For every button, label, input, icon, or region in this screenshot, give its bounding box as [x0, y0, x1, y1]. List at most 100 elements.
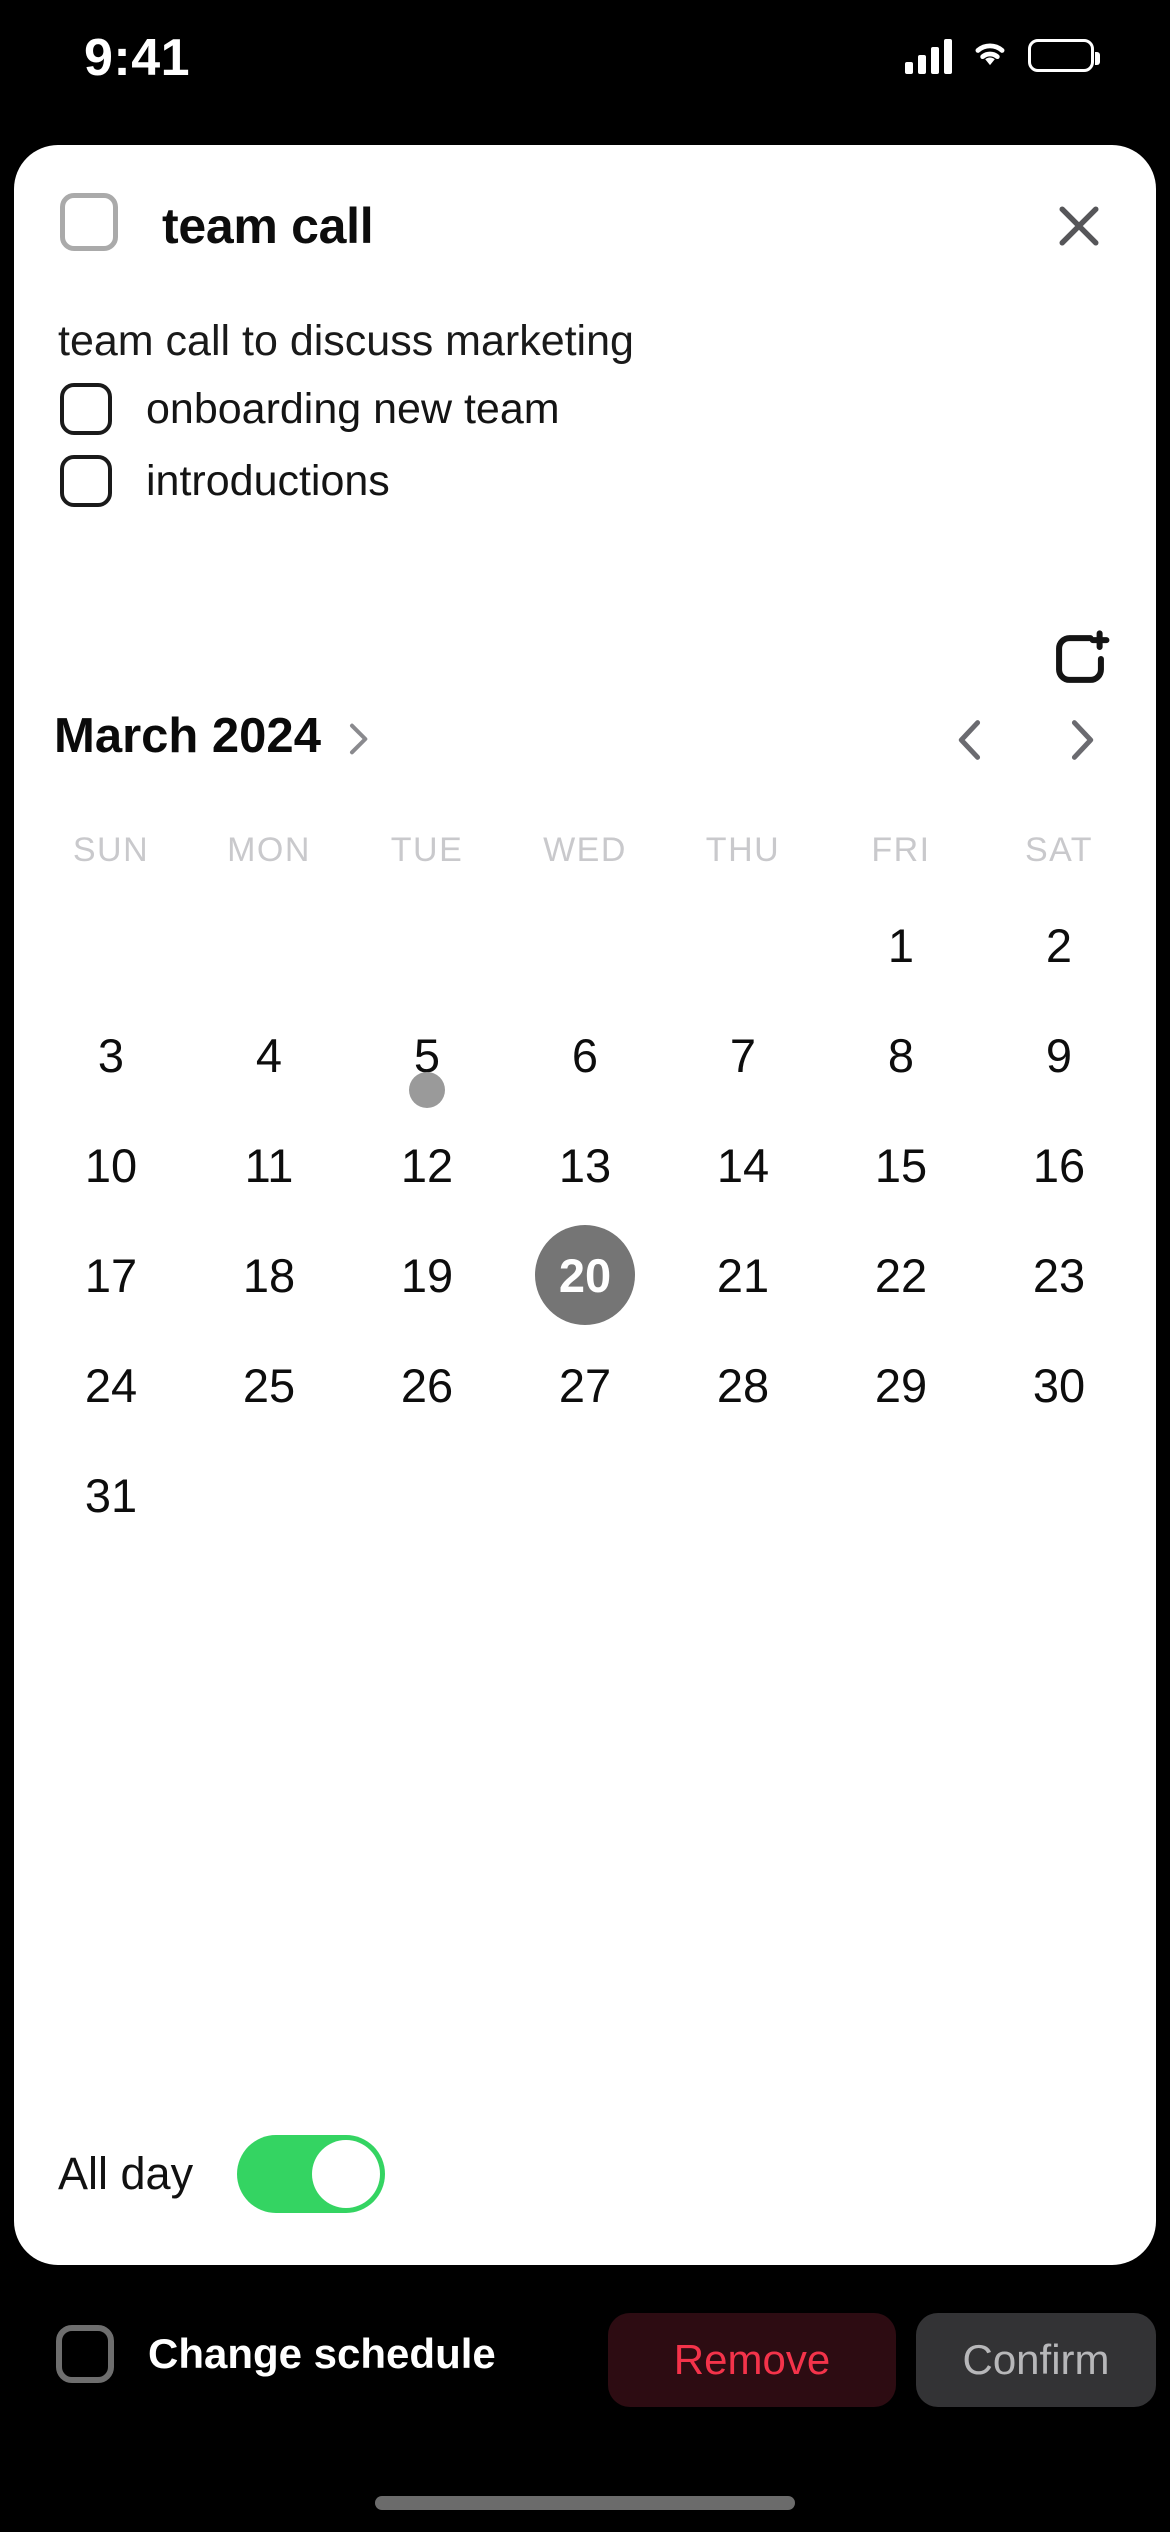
task-header: team call [14, 145, 1156, 265]
calendar-empty-cell [822, 1440, 980, 1550]
calendar-day-number: 10 [84, 1138, 138, 1192]
calendar-week-row: 24 25 26 27 28 29 30 [32, 1330, 1138, 1440]
calendar-day-number: 20 [535, 1225, 635, 1325]
chevron-right-icon[interactable] [337, 714, 377, 764]
calendar-day-cell[interactable]: 14 [664, 1110, 822, 1220]
calendar-day-cell[interactable]: 19 [348, 1220, 506, 1330]
task-detail-card: team call team call to discuss marketing… [14, 145, 1156, 2265]
change-schedule-checkbox[interactable] [56, 2325, 114, 2383]
list-item[interactable]: onboarding new team [60, 383, 1156, 435]
calendar-weekday: SAT [1024, 830, 1094, 869]
calendar-day-number: 18 [242, 1248, 296, 1302]
calendar-weekday-row: SUN MON TUE WED THU FRI SAT [32, 810, 1138, 890]
calendar-weekday: SUN [72, 830, 150, 869]
calendar-weekday: WED [543, 830, 627, 869]
calendar-weekday: MON [227, 830, 311, 869]
change-schedule-row[interactable]: Change schedule [56, 2325, 496, 2383]
calendar-empty-cell [506, 890, 664, 1000]
calendar-day-number: 4 [255, 1028, 283, 1082]
calendar-day-cell[interactable]: 18 [190, 1220, 348, 1330]
calendar-empty-cell [664, 1440, 822, 1550]
calendar-day-cell[interactable]: 30 [980, 1330, 1138, 1440]
all-day-toggle[interactable] [237, 2135, 386, 2213]
calendar-day-cell[interactable]: 20 [506, 1220, 664, 1330]
calendar-empty-cell [190, 890, 348, 1000]
confirm-button[interactable]: Confirm [916, 2313, 1156, 2407]
calendar-day-number: 8 [887, 1028, 915, 1082]
calendar-day-cell[interactable]: 2 [980, 890, 1138, 1000]
subtask-label: introductions [146, 456, 390, 505]
subtask-label: onboarding new team [146, 384, 560, 433]
task-title: team call [162, 198, 374, 254]
calendar-day-number: 19 [400, 1248, 454, 1302]
calendar-day-cell[interactable]: 3 [32, 1000, 190, 1110]
calendar-day-cell[interactable]: 26 [348, 1330, 506, 1440]
calendar-day-number: 30 [1032, 1358, 1086, 1412]
all-day-label: All day [58, 2148, 194, 2199]
calendar-day-cell[interactable]: 16 [980, 1110, 1138, 1220]
calendar-day-number: 11 [244, 1138, 294, 1192]
calendar-day-cell[interactable]: 21 [664, 1220, 822, 1330]
toggle-knob [312, 2140, 381, 2208]
calendar-day-cell[interactable]: 25 [190, 1330, 348, 1440]
subtask-checkbox[interactable] [60, 383, 112, 435]
calendar-day-cell[interactable]: 15 [822, 1110, 980, 1220]
subtask-checkbox[interactable] [60, 455, 112, 507]
battery-icon [1028, 39, 1100, 72]
calendar-day-cell[interactable]: 27 [506, 1330, 664, 1440]
calendar-day-cell[interactable]: 24 [32, 1330, 190, 1440]
calendar-day-cell[interactable]: 13 [506, 1110, 664, 1220]
phone-screen: 9:41 team call team call to discuss mark… [0, 0, 1170, 2532]
wifi-icon [968, 36, 1012, 75]
cellular-signal-icon [905, 38, 952, 74]
calendar-day-cell[interactable]: 12 [348, 1110, 506, 1220]
calendar-day-number: 31 [84, 1468, 138, 1522]
calendar-weekday: THU [705, 830, 781, 869]
calendar-weeks: 1 2 3 4 5 6 7 8 9 10 11 12 13 14 15 16 17 18 19 20 21 22 23 24 2… [32, 890, 1138, 1550]
calendar-day-number: 14 [716, 1138, 770, 1192]
calendar-day-number: 24 [84, 1358, 138, 1412]
calendar-next-month-button[interactable] [1056, 708, 1108, 772]
calendar-day-cell[interactable]: 29 [822, 1330, 980, 1440]
calendar-day-cell[interactable]: 6 [506, 1000, 664, 1110]
calendar-day-marker-dot [409, 1072, 445, 1108]
calendar-day-cell[interactable]: 4 [190, 1000, 348, 1110]
calendar-day-cell[interactable]: 23 [980, 1220, 1138, 1330]
calendar-empty-cell [190, 1440, 348, 1550]
calendar-empty-cell [348, 1440, 506, 1550]
calendar-day-number: 2 [1045, 918, 1073, 972]
calendar-day-cell[interactable]: 7 [664, 1000, 822, 1110]
calendar-day-cell[interactable]: 8 [822, 1000, 980, 1110]
bottom-action-bar: Change schedule Remove Confirm [0, 2265, 1170, 2532]
calendar-day-number: 21 [716, 1248, 770, 1302]
calendar-day-number: 17 [84, 1248, 138, 1302]
calendar-day-cell[interactable]: 5 [348, 1000, 506, 1110]
calendar-empty-cell [506, 1440, 664, 1550]
calendar-weekday: TUE [390, 830, 464, 869]
calendar-day-number: 7 [729, 1028, 757, 1082]
calendar-day-number: 22 [874, 1248, 928, 1302]
calendar-day-cell[interactable]: 1 [822, 890, 980, 1000]
calendar-day-number: 6 [571, 1028, 599, 1082]
calendar-day-cell[interactable]: 28 [664, 1330, 822, 1440]
calendar-day-cell[interactable]: 9 [980, 1000, 1138, 1110]
calendar-day-number: 13 [558, 1138, 612, 1192]
calendar-day-number: 23 [1032, 1248, 1086, 1302]
calendar-day-cell[interactable]: 31 [32, 1440, 190, 1550]
calendar-month-label[interactable]: March 2024 [54, 708, 321, 764]
repeat-add-icon[interactable] [1046, 625, 1114, 693]
calendar-day-cell[interactable]: 17 [32, 1220, 190, 1330]
task-complete-checkbox[interactable] [60, 193, 118, 251]
close-icon[interactable] [1048, 195, 1110, 257]
calendar-empty-cell [32, 890, 190, 1000]
calendar-day-cell[interactable]: 22 [822, 1220, 980, 1330]
list-item[interactable]: introductions [60, 455, 1156, 507]
calendar-day-number: 9 [1045, 1028, 1073, 1082]
change-schedule-label: Change schedule [148, 2330, 496, 2377]
subtask-list: onboarding new team introductions [14, 383, 1156, 527]
calendar-day-cell[interactable]: 10 [32, 1110, 190, 1220]
calendar-empty-cell [348, 890, 506, 1000]
calendar-prev-month-button[interactable] [944, 708, 996, 772]
remove-button[interactable]: Remove [608, 2313, 896, 2407]
calendar-day-cell[interactable]: 11 [190, 1110, 348, 1220]
